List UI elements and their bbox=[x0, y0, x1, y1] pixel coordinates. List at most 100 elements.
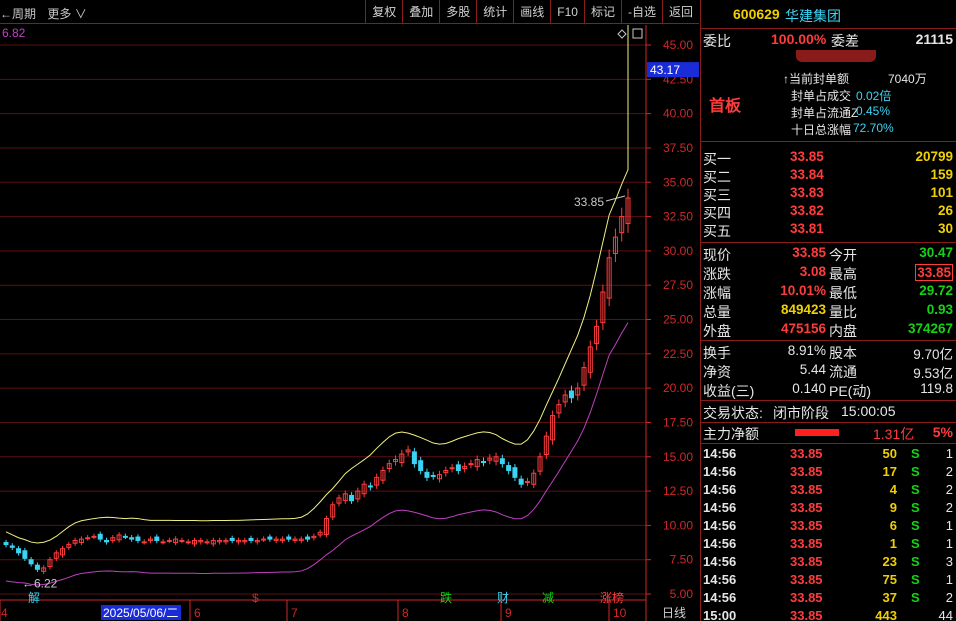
quote-label: 现价 bbox=[703, 247, 731, 263]
main-net-bar bbox=[795, 429, 839, 436]
quote-value: 33.85 bbox=[792, 245, 826, 260]
weicha-label: 委差 bbox=[831, 33, 859, 49]
candle-body bbox=[28, 559, 34, 565]
main-net-label: 主力净额 bbox=[703, 426, 759, 442]
quote-value: 3.08 bbox=[799, 264, 826, 279]
tick-count: 2 bbox=[945, 464, 953, 479]
candle-body bbox=[449, 467, 455, 470]
bid-row[interactable]: 买三 33.83 101 bbox=[701, 185, 956, 203]
candle-body bbox=[85, 537, 91, 540]
toolbar-button-7[interactable]: -自选 bbox=[620, 0, 662, 24]
event-marker[interactable]: 财 bbox=[497, 591, 509, 605]
event-marker[interactable]: $ bbox=[252, 591, 259, 605]
tick-time: 14:56 bbox=[703, 464, 737, 479]
x-tick-label: 8 bbox=[402, 606, 409, 620]
seal-stat-value: 72.70% bbox=[853, 121, 894, 135]
tick-row: 14:56 33.85 75 S 1 bbox=[701, 572, 956, 590]
seal-stat-value: 7040万 bbox=[888, 72, 927, 86]
tick-count: 1 bbox=[945, 518, 953, 533]
window-icon[interactable] bbox=[632, 28, 643, 39]
bid-row[interactable]: 买四 33.82 26 bbox=[701, 203, 956, 221]
period-label[interactable]: 日线 bbox=[662, 606, 686, 620]
tick-row: 14:56 33.85 1 S 1 bbox=[701, 536, 956, 554]
bid-row[interactable]: 买二 33.84 159 bbox=[701, 167, 956, 185]
toolbar-button-5[interactable]: F10 bbox=[550, 0, 584, 24]
tick-volume: 6 bbox=[889, 518, 897, 533]
candle-body bbox=[160, 541, 166, 544]
candle-body bbox=[480, 460, 486, 463]
more-menu[interactable]: 更多 ∨ bbox=[47, 7, 86, 21]
event-marker[interactable]: 跌 bbox=[440, 590, 452, 605]
toolbar-button-2[interactable]: 多股 bbox=[439, 0, 476, 24]
toolbar-button-0[interactable]: 复权 bbox=[365, 0, 402, 24]
candle-body bbox=[418, 460, 424, 471]
event-marker[interactable]: 解 bbox=[28, 591, 40, 605]
weicha-value: 21115 bbox=[915, 31, 953, 47]
candle-body bbox=[141, 541, 147, 544]
tick-price: 33.85 bbox=[790, 536, 823, 551]
quote-value-2: 33.85 bbox=[915, 264, 953, 281]
toolbar-button-4[interactable]: 画线 bbox=[513, 0, 550, 24]
candle-body bbox=[122, 535, 128, 538]
stock-name[interactable]: 华建集团 bbox=[785, 6, 841, 26]
candle-body bbox=[286, 536, 292, 540]
x-tick-label: 7 bbox=[291, 606, 298, 620]
toolbar-button-1[interactable]: 叠加 bbox=[402, 0, 439, 24]
y-tick-label: 15.00 bbox=[663, 450, 693, 464]
upper-band-line bbox=[5, 25, 629, 544]
seal-stat-label: ↑当前封单额 bbox=[783, 72, 850, 86]
diamond-icon[interactable] bbox=[617, 29, 627, 39]
fundamental-label: 收益(三) bbox=[703, 383, 755, 399]
tick-price: 33.85 bbox=[790, 554, 823, 569]
tick-row: 14:56 33.85 9 S 2 bbox=[701, 500, 956, 518]
event-marker[interactable]: 涨榜 bbox=[600, 590, 624, 605]
tick-count: 2 bbox=[945, 482, 953, 497]
bid-row[interactable]: 买五 33.81 30 bbox=[701, 221, 956, 239]
tick-row: 14:56 33.85 37 S 2 bbox=[701, 590, 956, 608]
candle-body bbox=[524, 480, 530, 483]
bid-volume: 101 bbox=[930, 185, 953, 200]
bid-label: 买三 bbox=[703, 187, 731, 203]
bid-volume: 159 bbox=[930, 167, 953, 182]
quote-label-2: 最高 bbox=[829, 266, 857, 282]
toolbar-button-3[interactable]: 统计 bbox=[476, 0, 513, 24]
period-menu[interactable]: ←周期 bbox=[0, 7, 36, 21]
toolbar-button-6[interactable]: 标记 bbox=[583, 0, 621, 24]
candle-body bbox=[16, 548, 22, 554]
tick-time: 14:56 bbox=[703, 482, 737, 497]
candle-body bbox=[455, 464, 461, 471]
quote-row: 涨幅 10.01% 最低 29.72 bbox=[701, 283, 956, 301]
seal-stat-label: 十日总涨幅 bbox=[791, 123, 852, 137]
tick-price: 33.85 bbox=[790, 446, 823, 461]
tick-volume: 443 bbox=[875, 608, 897, 621]
tick-volume: 17 bbox=[882, 464, 897, 479]
candle-body bbox=[3, 542, 9, 546]
weibi-row: 委比 100.00% 委差 21115 bbox=[701, 31, 956, 51]
tick-time: 14:56 bbox=[703, 518, 737, 533]
candle-body bbox=[261, 538, 267, 541]
y-tick-label: 7.50 bbox=[670, 553, 694, 567]
fundamental-label-2: PE(动) bbox=[829, 383, 871, 399]
tick-time: 14:56 bbox=[703, 554, 737, 569]
quote-value-2: 30.47 bbox=[919, 245, 953, 260]
main-net-row: 主力净额 1.31亿 5% bbox=[701, 424, 956, 442]
candle-body bbox=[349, 494, 355, 502]
toolbar-button-8[interactable]: 返回 bbox=[661, 0, 699, 24]
candle-body bbox=[179, 539, 185, 542]
tick-side: S bbox=[911, 446, 920, 461]
y-tick-label: 30.00 bbox=[663, 244, 693, 258]
weibi-label: 委比 bbox=[703, 33, 731, 49]
event-marker[interactable]: 减 bbox=[542, 591, 554, 605]
bid-price: 33.81 bbox=[790, 221, 824, 236]
fundamental-value: 5.44 bbox=[799, 362, 826, 377]
tick-count: 44 bbox=[938, 608, 953, 621]
tick-price: 33.85 bbox=[790, 464, 823, 479]
fundamental-value: 0.140 bbox=[792, 381, 826, 396]
seal-stat-row: ↑当前封单额 7040万 bbox=[701, 70, 956, 87]
chart-toolbar: ←周期 更多 ∨ 复权 叠加 多股 统计 画线 F10 标记 -自选 返回 bbox=[0, 0, 699, 24]
candle-body bbox=[91, 535, 97, 538]
bid-row[interactable]: 买一 33.85 20799 bbox=[701, 149, 956, 167]
kline-chart[interactable]: 45.00 42.50 40.00 37.50 35.00 32.50 30.00 27.50… bbox=[0, 25, 699, 621]
quote-value: 475156 bbox=[780, 321, 826, 336]
bid-price: 33.83 bbox=[790, 185, 824, 200]
